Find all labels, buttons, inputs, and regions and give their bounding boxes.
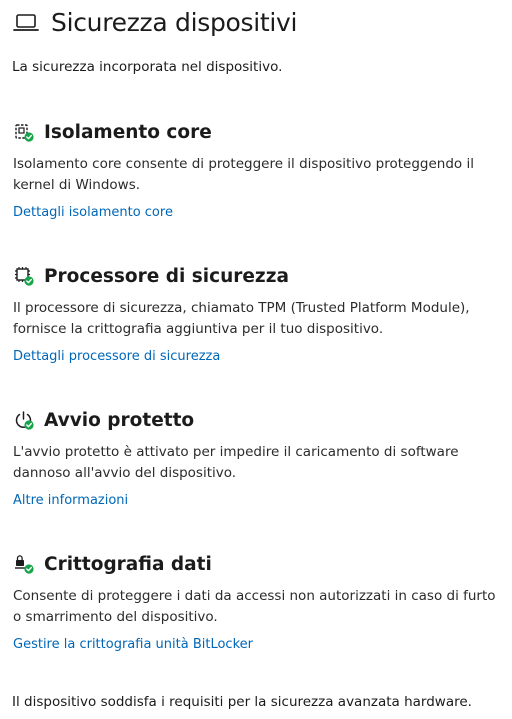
section-header: Processore di sicurezza: [13, 262, 503, 290]
section-title: Processore di sicurezza: [44, 265, 289, 287]
footer-note: Il dispositivo soddisfa i requisiti per …: [12, 694, 472, 710]
section-header: Isolamento core: [13, 118, 503, 146]
core-isolation-details-link[interactable]: Dettagli isolamento core: [13, 205, 173, 220]
section-data-encryption: Crittografia dati Consente di proteggere…: [13, 550, 503, 653]
page-title: Sicurezza dispositivi: [51, 8, 298, 37]
security-processor-details-link[interactable]: Dettagli processore di sicurezza: [13, 349, 220, 364]
page-header: Sicurezza dispositivi: [13, 8, 298, 37]
section-description: L'avvio protetto è attivato per impedire…: [13, 444, 459, 481]
section-header: Avvio protetto: [13, 406, 503, 434]
section-title: Crittografia dati: [44, 553, 212, 575]
secure-boot-icon: [13, 409, 35, 431]
security-processor-icon: [13, 265, 35, 287]
laptop-icon: [13, 10, 39, 36]
section-header: Crittografia dati: [13, 550, 503, 578]
section-title: Avvio protetto: [44, 409, 195, 431]
data-encryption-icon: [13, 553, 35, 575]
manage-bitlocker-link[interactable]: Gestire la crittografia unità BitLocker: [13, 637, 253, 652]
section-secure-boot: Avvio protetto L'avvio protetto è attiva…: [13, 406, 503, 509]
section-description: Consente di proteggere i dati da accessi…: [13, 588, 496, 625]
more-info-link[interactable]: Altre informazioni: [13, 493, 128, 508]
section-title: Isolamento core: [44, 121, 212, 143]
section-core-isolation: Isolamento core Isolamento core consente…: [13, 118, 503, 221]
page-subtitle: La sicurezza incorporata nel dispositivo…: [12, 59, 283, 75]
core-isolation-icon: [13, 121, 35, 143]
section-description: Isolamento core consente di proteggere i…: [13, 156, 474, 193]
section-security-processor: Processore di sicurezza Il processore di…: [13, 262, 503, 365]
section-description: Il processore di sicurezza, chiamato TPM…: [13, 300, 470, 337]
